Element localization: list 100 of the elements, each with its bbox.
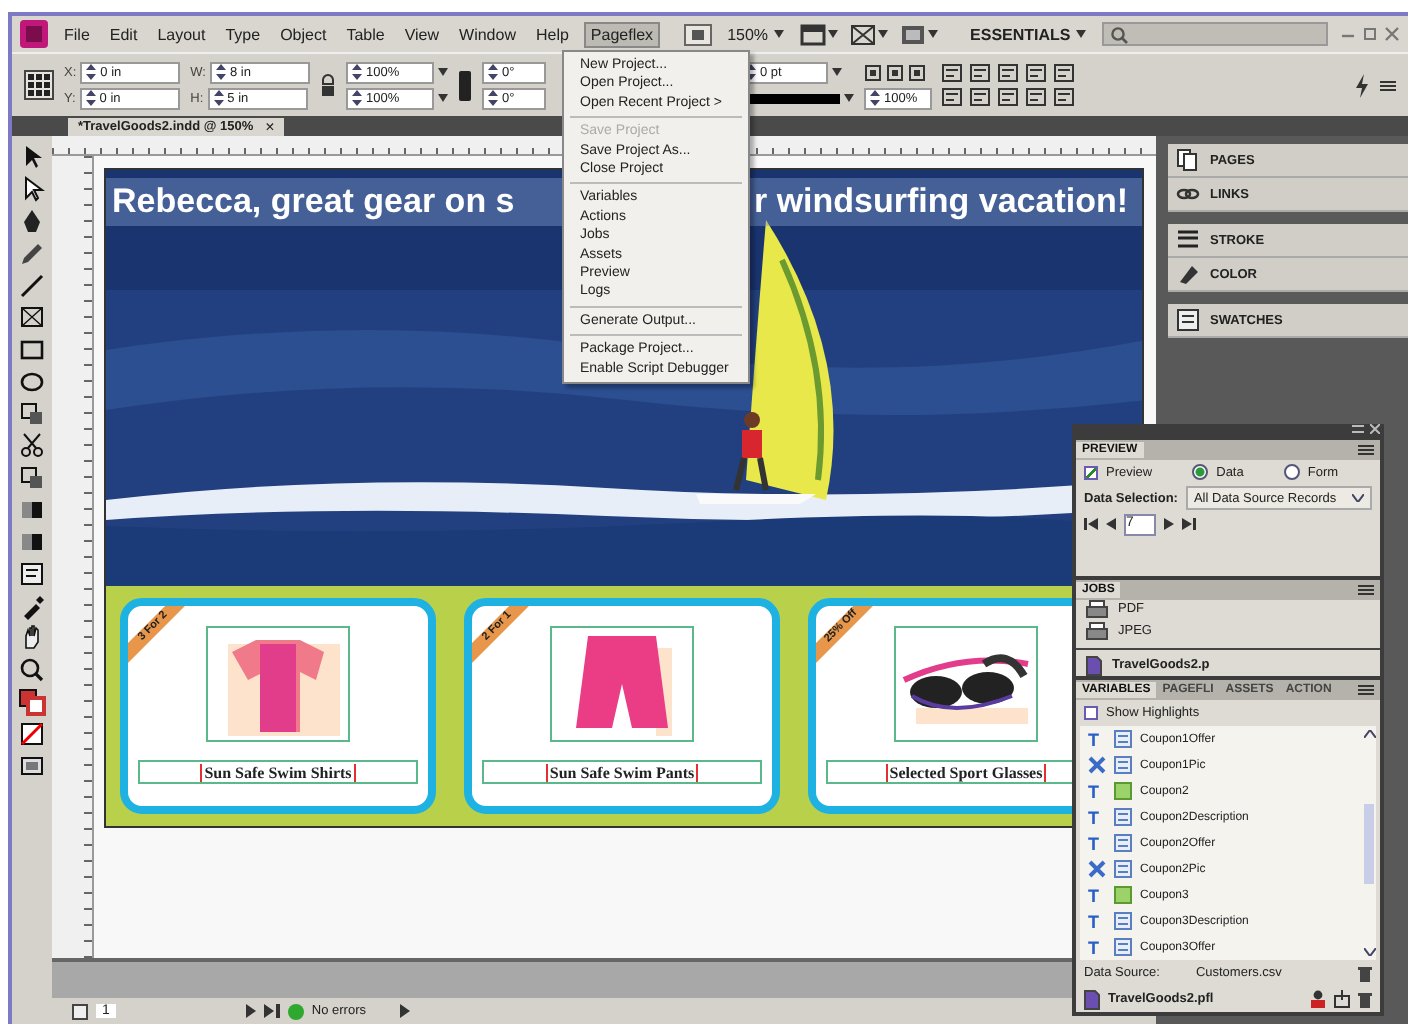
type-glyph: T	[1088, 781, 1101, 801]
page-nav-icon[interactable]	[72, 1003, 88, 1019]
gradient-icon[interactable]	[18, 496, 46, 524]
fill-stroke-icon[interactable]	[18, 688, 46, 716]
spinner-icon[interactable]	[215, 64, 226, 80]
constrain-icon[interactable]	[319, 73, 336, 97]
workspace-dropdown[interactable]: ESSENTIALS	[966, 25, 1091, 43]
scissors-icon[interactable]	[18, 432, 46, 460]
panel-menu-icon[interactable]	[1358, 583, 1374, 596]
apply-none-icon[interactable]	[18, 720, 46, 748]
pencil-icon[interactable]	[18, 240, 46, 268]
previous-record-icon[interactable]	[1106, 518, 1116, 531]
type-glyph: T	[1088, 885, 1101, 905]
panel-menu-icon[interactable]	[1358, 684, 1374, 696]
radio-button[interactable]	[1192, 464, 1209, 481]
close-icon[interactable]	[1370, 424, 1380, 435]
frame-icon[interactable]	[18, 304, 46, 332]
spinner-icon[interactable]	[351, 64, 362, 80]
import-icon[interactable]	[1334, 990, 1350, 1008]
close-tab-button[interactable]: ×	[265, 118, 275, 136]
bridge-icon[interactable]	[683, 23, 712, 45]
fit-frame-icon[interactable]	[885, 63, 904, 81]
spinner-icon[interactable]	[213, 90, 224, 106]
restore-icon[interactable]	[1362, 26, 1378, 42]
lightning-icon[interactable]	[1354, 73, 1370, 97]
screen-mode-icon[interactable]	[18, 752, 46, 780]
align-icon[interactable]	[969, 88, 990, 106]
checkbox[interactable]	[1084, 465, 1098, 480]
caret-icon	[437, 94, 448, 102]
project-file-icon	[1084, 989, 1100, 1009]
spinner-icon[interactable]	[487, 90, 498, 106]
menu-item[interactable]: Layout	[153, 23, 210, 45]
distribute-icon[interactable]	[1053, 64, 1074, 82]
next-page-icon[interactable]	[243, 1004, 256, 1018]
group-icon	[1114, 886, 1132, 904]
menu-item[interactable]: Table	[342, 23, 389, 45]
menu-item[interactable]: Object	[276, 23, 331, 45]
distribute-icon[interactable]	[997, 64, 1018, 82]
zoom-icon[interactable]	[18, 656, 46, 684]
last-page-icon[interactable]	[263, 1004, 280, 1018]
panel-menu-icon[interactable]	[1358, 443, 1374, 456]
effects-icon[interactable]	[907, 63, 926, 81]
gradient-icon[interactable]	[18, 528, 46, 556]
distribute-icon[interactable]	[941, 64, 962, 82]
align-icon[interactable]	[1053, 88, 1074, 106]
list-icon	[1114, 808, 1132, 826]
note-icon[interactable]	[18, 560, 46, 588]
spinner-icon[interactable]	[487, 64, 498, 80]
chevron-icon	[1352, 494, 1364, 503]
caret-icon	[828, 30, 839, 38]
radio-button[interactable]	[1283, 464, 1300, 481]
transform-icon[interactable]	[18, 400, 46, 428]
view-options-icon[interactable]	[850, 23, 877, 45]
reference-point-icon[interactable]	[24, 70, 54, 100]
spinner-icon[interactable]	[351, 90, 362, 106]
scroll-up-icon[interactable]	[1363, 730, 1375, 738]
menu-item[interactable]: View	[400, 23, 444, 45]
screen-mode-icon[interactable]	[800, 23, 827, 45]
delete-icon[interactable]	[1358, 965, 1372, 981]
pen-icon[interactable]	[18, 208, 46, 236]
proxy-icon[interactable]	[457, 69, 472, 101]
first-record-icon[interactable]	[1084, 518, 1098, 531]
zoom-dropdown[interactable]: 150%	[723, 25, 789, 43]
panel-menu-icon[interactable]	[1380, 79, 1396, 91]
product-caption: Selected Sport Glasses	[885, 763, 1047, 781]
spinner-icon[interactable]	[86, 64, 97, 80]
line-icon[interactable]	[18, 272, 46, 300]
search-field[interactable]	[1102, 22, 1328, 46]
person-icon[interactable]	[1310, 990, 1326, 1008]
scrollbar[interactable]	[1362, 726, 1376, 960]
align-icon[interactable]	[997, 88, 1018, 106]
menu-item[interactable]: Type	[221, 23, 265, 45]
color-icon	[1176, 262, 1200, 286]
align-icon[interactable]	[1025, 88, 1046, 106]
align-icon[interactable]	[941, 88, 962, 106]
menu-item[interactable]: File	[60, 23, 94, 45]
menu-item[interactable]: Edit	[105, 23, 142, 45]
fill-frame-icon[interactable]	[863, 63, 882, 81]
close-icon[interactable]	[1384, 26, 1400, 42]
menu-item[interactable]: Pageflex	[584, 21, 660, 47]
collapse-icon[interactable]	[1352, 424, 1364, 435]
menu-item[interactable]: Help	[531, 23, 573, 45]
list-icon	[1114, 834, 1132, 852]
ellipse-icon[interactable]	[18, 368, 46, 396]
expand-icon[interactable]	[399, 1004, 410, 1018]
spinner-icon[interactable]	[869, 90, 880, 106]
arrange-icon[interactable]	[900, 23, 927, 45]
product-caption: Sun Safe Swim Pants	[545, 763, 699, 781]
rectangle-icon[interactable]	[18, 336, 46, 364]
distribute-icon[interactable]	[1025, 64, 1046, 82]
scroll-thumb[interactable]	[1364, 803, 1374, 883]
checkbox[interactable]	[1084, 706, 1098, 720]
last-record-icon[interactable]	[1182, 518, 1196, 531]
transform-icon[interactable]	[18, 464, 46, 492]
spinner-icon[interactable]	[85, 90, 96, 106]
menu-item[interactable]: Window	[455, 23, 520, 45]
scroll-down-icon[interactable]	[1363, 948, 1375, 956]
delete-icon[interactable]	[1358, 991, 1372, 1007]
distribute-icon[interactable]	[969, 64, 990, 82]
next-record-icon[interactable]	[1164, 518, 1174, 531]
